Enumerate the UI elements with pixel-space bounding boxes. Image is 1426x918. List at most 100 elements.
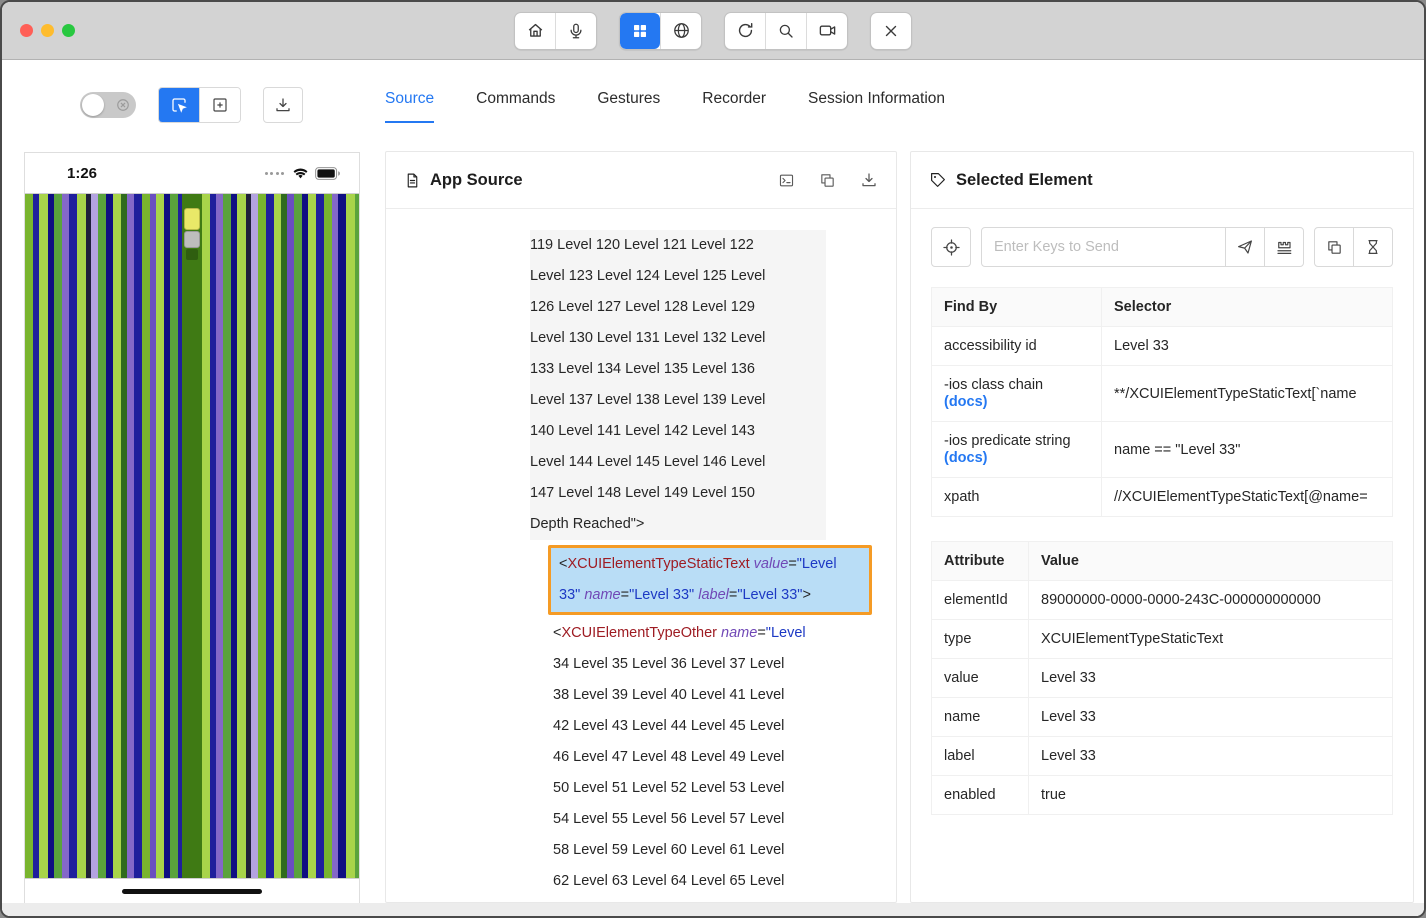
screenshot-stripe [287, 194, 294, 878]
attribute-value: Level 33 [1029, 698, 1392, 736]
source-text-line: 34 Level 35 Level 36 Level 37 Level [553, 649, 853, 680]
screenshot-stripe [134, 194, 142, 878]
clear-button[interactable] [1264, 227, 1304, 267]
attribute-row: nameLevel 33 [932, 697, 1392, 736]
selected-element-header: Selected Element [911, 152, 1413, 209]
battery-icon [315, 167, 341, 180]
screenshot-stripe [202, 194, 210, 878]
source-text-line: 119 Level 120 Level 121 Level 122 [530, 230, 826, 261]
device-screen-mirror[interactable]: 1:26 [24, 152, 360, 904]
find-by-row: -ios predicate string(docs)name == "Leve… [932, 421, 1392, 477]
attribute-name: name [932, 698, 1029, 736]
screenshot-stripe [294, 194, 302, 878]
toolbar-group [514, 12, 597, 50]
find-by-strategy: -ios class chain(docs) [932, 366, 1102, 421]
screenshot-stripe [69, 194, 77, 878]
copy-icon [1326, 239, 1343, 256]
source-text-line: Level 137 Level 138 Level 139 Level [530, 385, 826, 416]
element-highlight-toggle[interactable] [80, 92, 136, 118]
tab-gestures[interactable]: Gestures [597, 90, 660, 123]
selector-value: name == "Level 33" [1102, 431, 1392, 469]
screenshot-stripe [338, 194, 346, 878]
source-parent-element-text[interactable]: 119 Level 120 Level 121 Level 122 Level 1… [530, 230, 826, 540]
find-by-strategy: xpath [932, 478, 1102, 516]
main-tabs: Source Commands Gestures Recorder Session In… [385, 90, 945, 123]
screenshot-stripe [39, 194, 48, 878]
source-text-line: 126 Level 127 Level 128 Level 129 [530, 292, 826, 323]
find-by-row: xpath//XCUIElementTypeStaticText[@name= [932, 477, 1392, 516]
grid-button[interactable] [620, 13, 660, 49]
attribute-value: Level 33 [1029, 737, 1392, 775]
search-button[interactable] [765, 13, 806, 49]
globe-button[interactable] [660, 13, 701, 49]
utility-buttons [1314, 227, 1393, 267]
tab-source[interactable]: Source [385, 90, 434, 123]
home-button[interactable] [515, 13, 555, 49]
attribute-row: elementId89000000-0000-0000-243C-0000000… [932, 580, 1392, 619]
tab-commands[interactable]: Commands [476, 90, 555, 123]
keys-input[interactable] [981, 227, 1226, 267]
home-indicator [122, 889, 262, 894]
hourglass-icon [1364, 238, 1382, 256]
send-keys-group [981, 227, 1304, 267]
close-button[interactable] [871, 13, 911, 49]
close-icon [882, 22, 900, 40]
source-panel: App Source 119 Level 120 Level 121 Level… [385, 151, 897, 903]
tab-recorder[interactable]: Recorder [702, 90, 766, 123]
find-by-header-col2: Selector [1102, 288, 1392, 326]
send-keys-button[interactable] [1225, 227, 1265, 267]
select-elements-icon [170, 96, 188, 114]
refresh-button[interactable] [725, 13, 765, 49]
screenshot-stripe [266, 194, 274, 878]
video-camera-button[interactable] [806, 13, 847, 49]
search-icon [777, 22, 795, 40]
tap-by-coordinates-button[interactable] [199, 88, 240, 122]
source-selected-element[interactable]: <XCUIElementTypeStaticText value="Level … [548, 545, 872, 615]
get-timing-button[interactable] [1353, 227, 1393, 267]
zoom-window-button[interactable] [62, 24, 75, 37]
screenshot-stripe [316, 194, 324, 878]
source-text-line: Level 130 Level 131 Level 132 Level [530, 323, 826, 354]
player-cap [186, 249, 198, 260]
attribute-header-row: AttributeValue [932, 542, 1392, 580]
signal-dots-icon [265, 172, 285, 175]
copy-source-button[interactable] [819, 171, 836, 189]
grid-icon [631, 22, 649, 40]
screenshot-stripe [182, 194, 202, 878]
select-elements-button[interactable] [159, 88, 199, 122]
screenshot-stripe [98, 194, 106, 878]
screenshot-stripe [91, 194, 98, 878]
attribute-row: typeXCUIElementTypeStaticText [932, 619, 1392, 658]
source-text-line: 62 Level 63 Level 64 Level 65 Level [553, 866, 853, 897]
device-screenshot[interactable] [25, 193, 359, 879]
minimize-window-button[interactable] [41, 24, 54, 37]
download-icon [274, 96, 292, 114]
find-by-row: accessibility idLevel 33 [932, 326, 1392, 365]
toolbar-group [619, 12, 702, 50]
console-source-button[interactable] [778, 171, 795, 189]
tap-element-button[interactable] [931, 227, 971, 267]
microphone-button[interactable] [555, 13, 596, 49]
copy-attributes-button[interactable] [1314, 227, 1354, 267]
attribute-name: enabled [932, 776, 1029, 814]
screenshot-controls [80, 87, 303, 123]
download-screenshot-button[interactable] [263, 87, 303, 123]
download-source-button[interactable] [860, 171, 878, 189]
docs-link[interactable]: (docs) [944, 394, 1089, 410]
docs-link[interactable]: (docs) [944, 450, 1089, 466]
tab-session-information[interactable]: Session Information [808, 90, 945, 123]
find-by-header-row: Find BySelector [932, 288, 1392, 326]
find-by-strategy: accessibility id [932, 327, 1102, 365]
screenshot-stripe [308, 194, 316, 878]
screenshot-stripe [62, 194, 69, 878]
source-text-line: Level 144 Level 145 Level 146 Level [530, 447, 826, 478]
attribute-row: valueLevel 33 [932, 658, 1392, 697]
microphone-icon [567, 22, 585, 40]
source-text-line: 46 Level 47 Level 48 Level 49 Level [553, 742, 853, 773]
source-sibling-element[interactable]: <XCUIElementTypeOther name="Level34 Leve… [553, 618, 853, 897]
window-controls [20, 2, 75, 59]
close-window-button[interactable] [20, 24, 33, 37]
source-text-line: 147 Level 148 Level 149 Level 150 [530, 478, 826, 509]
selector-value: **/XCUIElementTypeStaticText[`name [1102, 375, 1392, 413]
source-text-line: 50 Level 51 Level 52 Level 53 Level [553, 773, 853, 804]
